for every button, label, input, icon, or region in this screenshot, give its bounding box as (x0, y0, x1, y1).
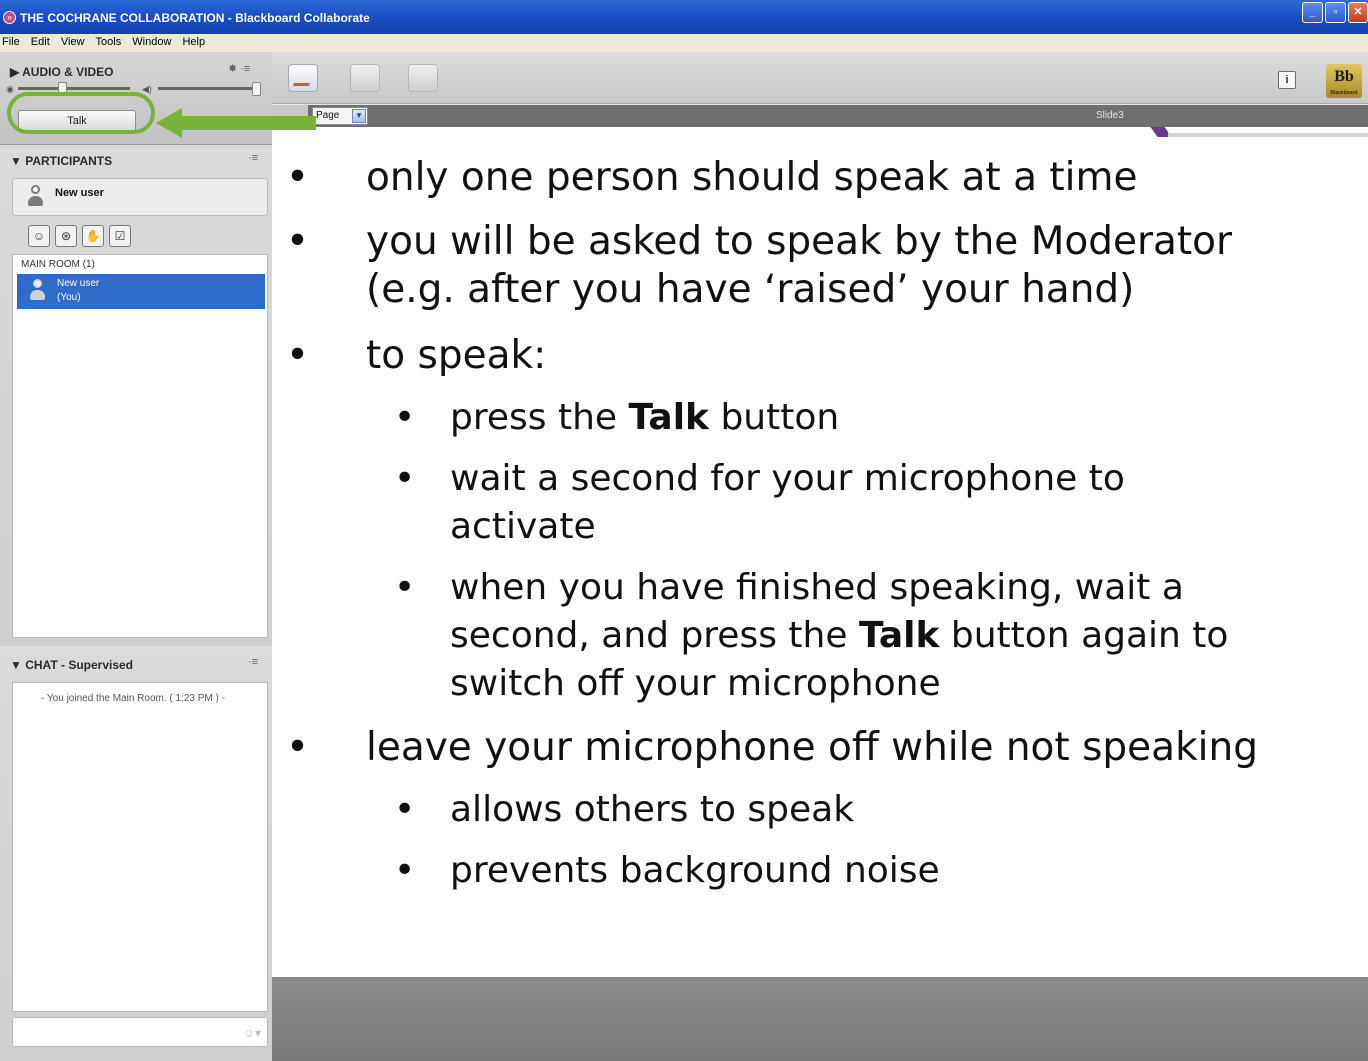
left-panel: ▶ AUDIO & VIDEO ✸ ·≡ ◉ ◀) Talk ▼ PARTICI… (0, 52, 272, 1061)
bullet-text: (e.g. after you have ‘raised’ your hand) (366, 267, 1135, 312)
bullet-text: wait a second for your microphone to (450, 458, 1125, 499)
page-select[interactable]: Page ▼ (312, 107, 368, 125)
window-title-bar: » THE COCHRANE COLLABORATION - Blackboar… (0, 0, 1368, 34)
talk-button-highlight (7, 92, 155, 134)
expand-arrow-icon: ▶ (10, 65, 23, 79)
bullet-text: you will be asked to speak by the Modera… (366, 219, 1233, 264)
bullet-text: to speak: (366, 333, 547, 378)
bullet-text: prevents background noise (450, 850, 940, 891)
collapse-arrow-icon: ▼ (10, 658, 26, 672)
app-icon: » (3, 11, 16, 24)
participant-tools: ☺ ⊛ ✋ ☑ (28, 225, 136, 249)
web-tour-icon[interactable] (408, 64, 438, 92)
current-user-name: New user (55, 187, 104, 199)
user-icon (29, 279, 45, 301)
room-label: MAIN ROOM (1) (21, 259, 95, 270)
collapse-arrow-icon: ▼ (10, 154, 26, 168)
participants-panel: ▼ PARTICIPANTS ·≡ New user ☺ ⊛ ✋ ☑ MAIN ROO… (0, 146, 272, 646)
audio-video-label: AUDIO & VIDEO (22, 65, 114, 79)
menu-tools[interactable]: Tools (92, 34, 126, 48)
bullet-item: • you will be asked to speak by the Moder… (286, 219, 1233, 264)
slide-accent (1152, 127, 1368, 139)
participants-title[interactable]: ▼ PARTICIPANTS (10, 154, 112, 168)
bullet-text: switch off your microphone (450, 663, 941, 704)
blackboard-logo-caption: Blackboard (1330, 90, 1358, 96)
chat-title[interactable]: ▼ CHAT - Supervised (10, 658, 133, 672)
participants-menu-icon[interactable]: ·≡ (248, 152, 258, 164)
toolbar: i Bb Blackboard (272, 52, 1368, 104)
minimize-button[interactable]: _ (1302, 2, 1323, 23)
page-bar: Page ▼ Slide3 (272, 105, 1368, 127)
chat-label: CHAT - Supervised (25, 658, 134, 672)
bullet-item: • only one person should speak at a time (286, 155, 1138, 200)
sub-bullet-item: • prevents background noise (394, 850, 940, 891)
audio-video-title[interactable]: ▶ AUDIO & VIDEO (10, 65, 113, 79)
page-select-label: Page (316, 110, 340, 121)
pointer-arrow-icon (156, 108, 316, 138)
bullet-text: allows others to speak (450, 789, 855, 830)
microphone-icon: ◉ (6, 84, 14, 94)
slide-content: • only one person should speak at a time … (272, 127, 1368, 977)
chat-history: - You joined the Main Room. ( 1:23 PM ) … (12, 682, 268, 1012)
sub-bullet-item: • wait a second for your microphone to (394, 458, 1125, 499)
sub-bullet-item: • allows others to speak (394, 789, 855, 830)
close-button[interactable]: ✕ (1348, 2, 1368, 23)
whiteboard-icon[interactable] (288, 64, 318, 92)
bullet-text: activate (450, 506, 596, 547)
user-icon (27, 185, 43, 207)
emoticon-picker-icon[interactable]: ☺▾ (243, 1026, 261, 1040)
step-away-icon[interactable]: ⊛ (55, 225, 77, 247)
audio-video-menu-icon[interactable]: ✸ ·≡ (228, 62, 250, 75)
slide-name: Slide3 (1096, 110, 1124, 121)
list-item[interactable]: New user (You) (17, 274, 265, 309)
menu-window[interactable]: Window (128, 34, 175, 48)
chat-input[interactable]: ☺▾ (12, 1017, 268, 1047)
speaker-slider-thumb[interactable] (252, 82, 261, 96)
slide-bottom-band (272, 977, 1368, 1061)
chevron-down-icon[interactable]: ▼ (352, 109, 366, 123)
mic-slider-track[interactable] (18, 87, 130, 90)
room-list: MAIN ROOM (1) New user (You) (12, 254, 268, 638)
poll-icon[interactable]: ☑ (109, 225, 131, 247)
room-user-label: New user (57, 278, 100, 289)
raise-hand-icon[interactable]: ✋ (82, 225, 104, 247)
bullet-item: • to speak: (286, 333, 547, 378)
room-user-name: New user (You) (57, 277, 99, 305)
menu-file[interactable]: File (0, 34, 24, 48)
chat-menu-icon[interactable]: ·≡ (248, 656, 258, 668)
bullet-bold-text: Talk (858, 615, 940, 656)
room-user-note: (You) (57, 292, 81, 303)
bullet-item: • leave your microphone off while not spe… (286, 725, 1258, 770)
menu-bar: File Edit View Tools Window Help (0, 34, 1368, 52)
bullet-text: leave your microphone off while not spea… (366, 725, 1258, 770)
sub-bullet-item: • press the Talk button (394, 397, 840, 438)
maximize-button[interactable]: ▫ (1325, 2, 1346, 23)
participants-label: PARTICIPANTS (25, 154, 113, 168)
bullet-text: button (709, 397, 840, 438)
bullet-text: when you have finished speaking, wait a (450, 567, 1184, 608)
sub-bullet-continuation: switch off your microphone (450, 660, 941, 708)
emoticon-icon[interactable]: ☺ (28, 225, 50, 247)
bullet-item-continuation: (e.g. after you have ‘raised’ your hand) (366, 266, 1134, 314)
chat-panel: ▼ CHAT - Supervised ·≡ - You joined the … (0, 650, 272, 1061)
sub-bullet-continuation: second, and press the Talk button again … (450, 612, 1228, 660)
blackboard-logo: Bb Blackboard (1326, 64, 1362, 98)
bullet-text: button again to (939, 615, 1229, 656)
blackboard-logo-text: Bb (1334, 68, 1354, 85)
bullet-bold-text: Talk (628, 397, 710, 438)
info-icon[interactable]: i (1278, 71, 1296, 89)
current-user-box: New user (12, 178, 268, 216)
menu-view[interactable]: View (57, 34, 89, 48)
bullet-text: press the (450, 397, 629, 438)
application-sharing-icon[interactable] (350, 64, 380, 92)
bullet-text: only one person should speak at a time (366, 155, 1138, 200)
menu-edit[interactable]: Edit (27, 34, 54, 48)
sub-bullet-item: • when you have finished speaking, wait a (394, 567, 1184, 608)
window-title: THE COCHRANE COLLABORATION - Blackboard … (20, 11, 370, 25)
chat-message: - You joined the Main Room. ( 1:23 PM ) … (41, 693, 225, 704)
speaker-slider-track[interactable] (158, 87, 258, 90)
menu-help[interactable]: Help (178, 34, 209, 48)
sub-bullet-continuation: activate (450, 503, 596, 551)
bullet-text: second, and press the (450, 615, 859, 656)
